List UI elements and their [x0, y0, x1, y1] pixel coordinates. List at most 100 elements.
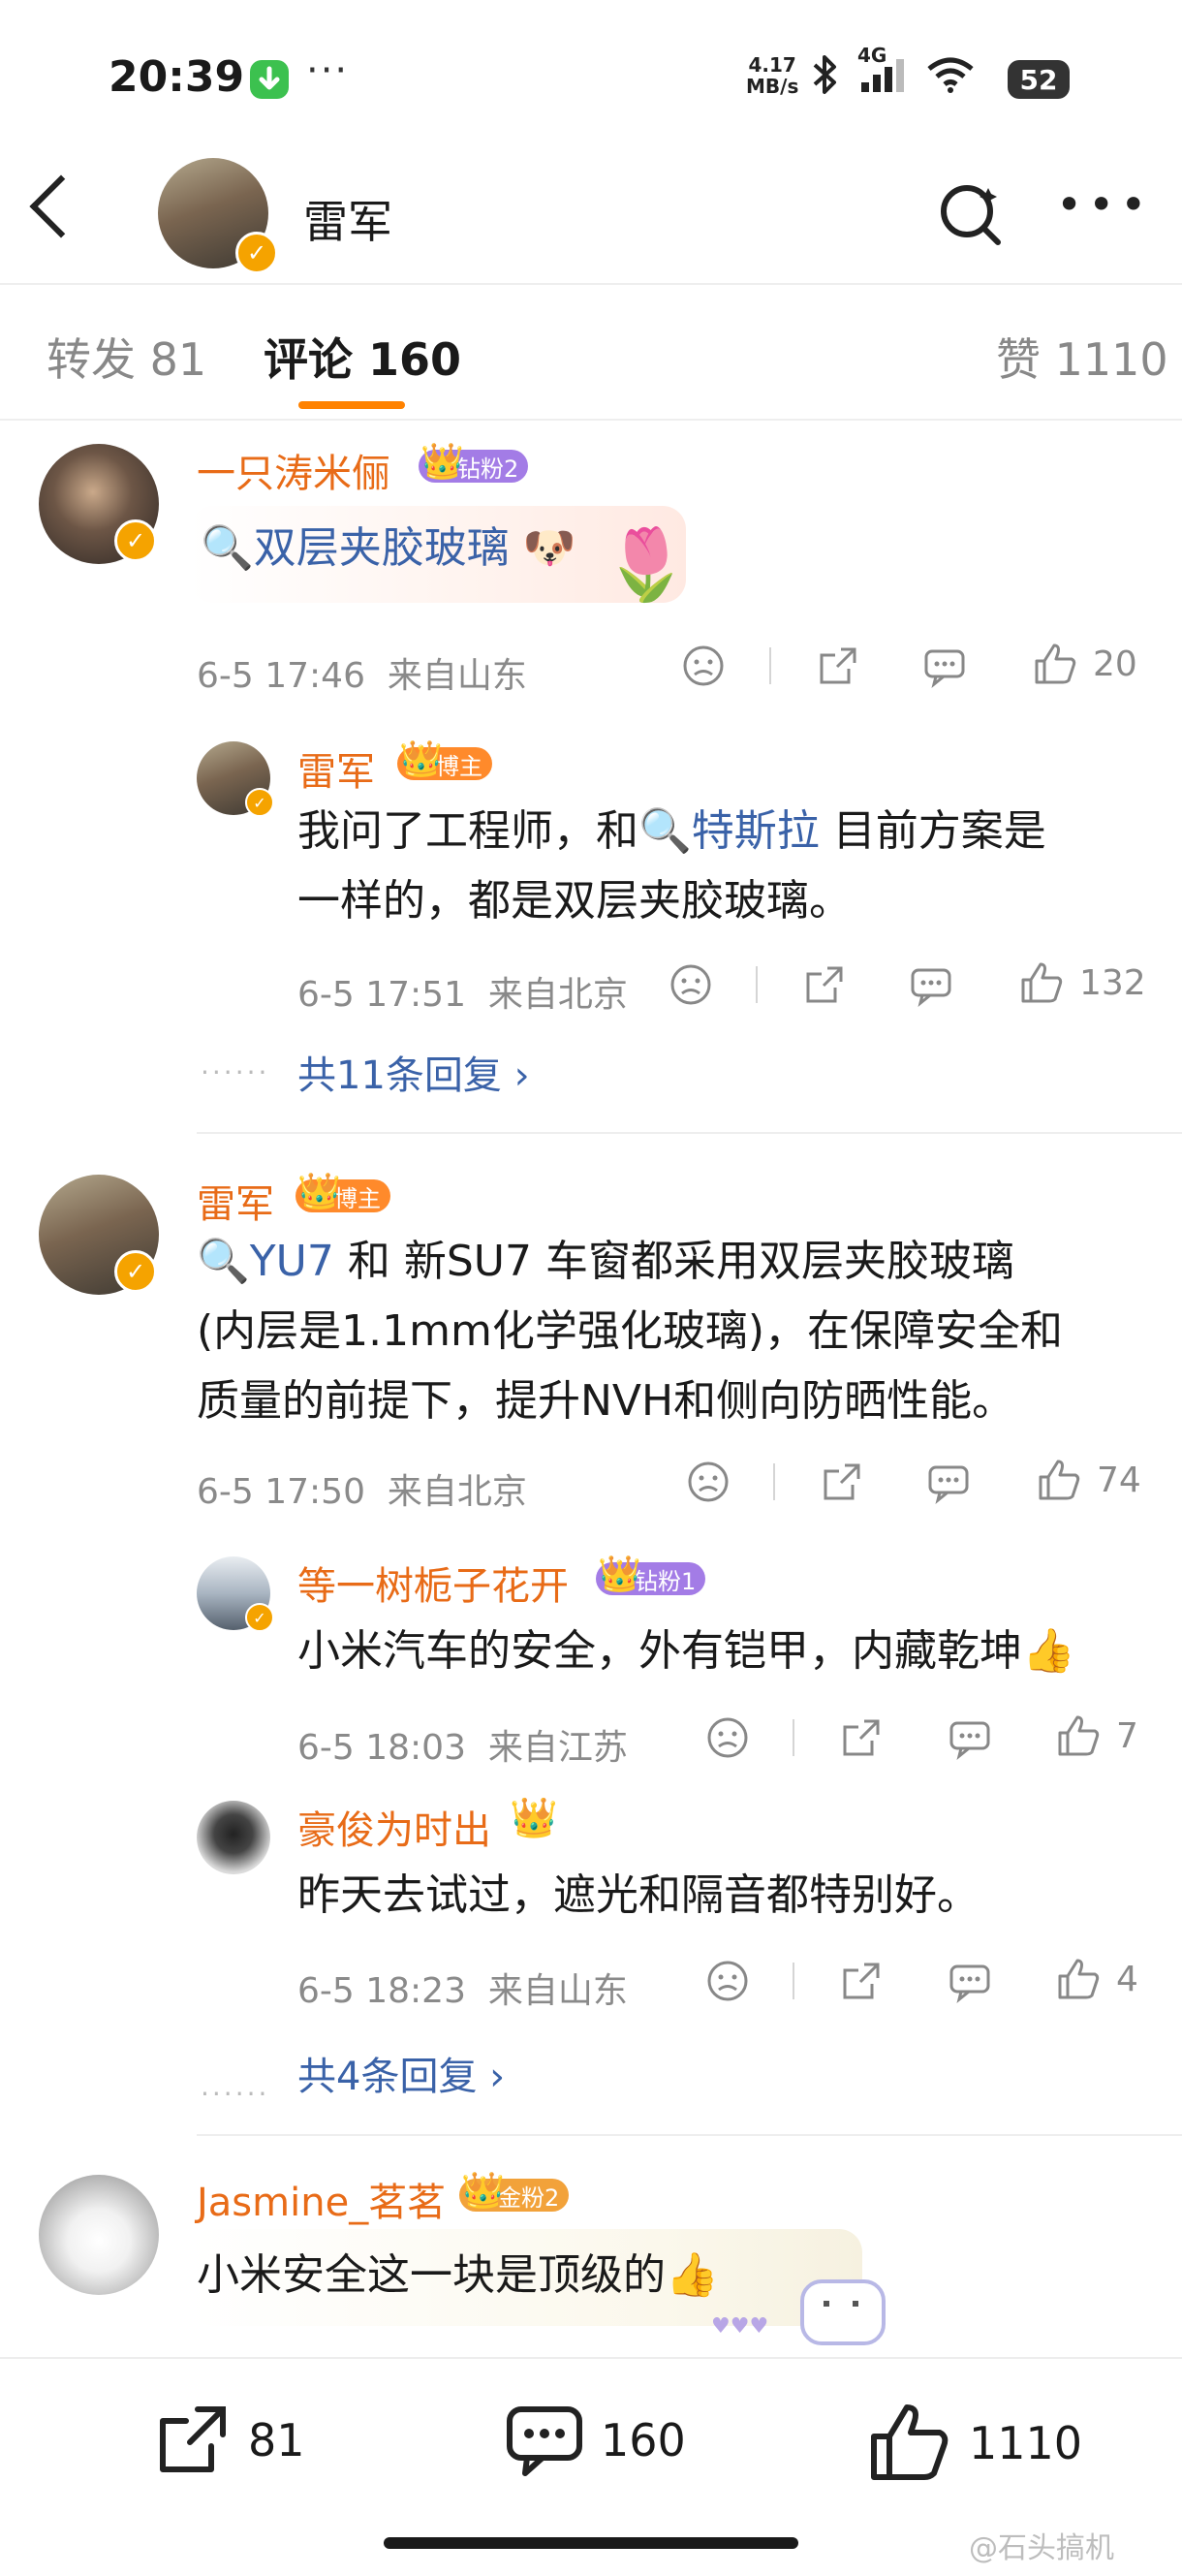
bottom-like-button[interactable]: 1110	[866, 2400, 1082, 2487]
comment-time: 6-5 17:46 来自山东	[197, 656, 527, 696]
action-separator	[769, 647, 771, 684]
comment-author-name[interactable]: Jasmine_茗茗	[197, 2171, 446, 2227]
comment-text: 🔍YU7 和 新SU7 车窗都采用双层夹胶玻璃 (内层是1.1mm化学强化玻璃)…	[197, 1237, 1064, 1426]
search-link-icon: 🔍	[197, 1237, 250, 1286]
dislike-icon[interactable]	[681, 644, 726, 688]
watermark: @石头搞机	[969, 2531, 1114, 2565]
dislike-icon[interactable]	[669, 962, 713, 1007]
author-name[interactable]: 雷军	[303, 187, 392, 251]
verified-badge-icon: ✓	[114, 1250, 157, 1293]
view-more-replies[interactable]: 共4条回复 ›	[297, 2045, 505, 2101]
reply-time: 6-5 18:23 来自山东	[297, 1971, 628, 2011]
action-separator	[756, 966, 758, 1003]
reply-time: 6-5 17:51 来自北京	[297, 975, 628, 1015]
comment-author-name[interactable]: 雷军	[197, 1173, 274, 1229]
search-link-icon: 🔍	[638, 806, 692, 856]
topic-link[interactable]: 🔍双层夹胶玻璃	[201, 523, 510, 573]
share-icon[interactable]	[820, 1460, 864, 1504]
wifi-icon	[925, 55, 976, 102]
crown-icon: 👑	[461, 2171, 505, 2211]
reply-icon[interactable]	[922, 644, 967, 688]
reply-icon[interactable]	[948, 1959, 992, 2003]
repost-icon	[160, 2406, 226, 2472]
share-icon[interactable]	[802, 962, 847, 1007]
like-button[interactable]: 20	[1031, 640, 1137, 688]
status-icons: 4G	[809, 44, 976, 104]
comment-divider	[197, 1132, 1182, 1134]
comment-icon	[507, 2406, 582, 2476]
search-link-icon: 🔍	[201, 523, 254, 573]
reply-text: 昨天去试过，遮光和隔音都特别好。	[297, 1870, 980, 1920]
like-button[interactable]: 4	[1054, 1955, 1138, 2003]
fan-badge[interactable]: 👑 金粉2	[459, 2171, 570, 2212]
topic-link[interactable]: 🔍YU7	[197, 1237, 334, 1286]
bottom-repost-button[interactable]: 81	[151, 2400, 305, 2481]
bottom-comment-button[interactable]: 160	[504, 2400, 686, 2481]
reply-icon[interactable]	[926, 1460, 971, 1504]
topic-link[interactable]: 🔍特斯拉	[638, 806, 820, 856]
like-button[interactable]: 132	[1017, 958, 1146, 1007]
reply-author-name[interactable]: 雷军	[297, 740, 375, 797]
like-button[interactable]: 74	[1035, 1456, 1141, 1504]
action-separator	[793, 1719, 794, 1756]
tab-likes[interactable]: 赞 1110	[996, 325, 1168, 389]
like-button[interactable]: 7	[1054, 1712, 1138, 1760]
doge-emoji: 🐶	[522, 523, 576, 573]
home-indicator	[384, 2537, 798, 2549]
like-count: 74	[1097, 1460, 1141, 1500]
share-icon[interactable]	[839, 1959, 884, 2003]
fan-badge[interactable]: 👑 钻粉2	[419, 442, 529, 483]
crown-icon: 👑	[510, 1796, 558, 1840]
comment-text: 小米安全这一块是顶级的👍	[197, 2250, 719, 2300]
verified-badge-icon: ✓	[245, 1603, 274, 1632]
like-count: 20	[1093, 644, 1137, 684]
back-icon[interactable]	[29, 174, 93, 238]
status-time: 20:39	[109, 52, 245, 102]
crown-icon: 👑	[420, 442, 464, 482]
blogger-badge[interactable]: 👑 博主	[397, 739, 492, 780]
avatar[interactable]: ✓	[197, 741, 274, 817]
search-icon[interactable]	[938, 180, 1001, 245]
avatar[interactable]: ✓	[197, 1556, 274, 1632]
share-icon[interactable]	[839, 1715, 884, 1760]
like-count: 7	[1116, 1715, 1138, 1756]
dislike-icon[interactable]	[705, 1959, 750, 2003]
avatar[interactable]	[197, 1801, 270, 1874]
verified-badge-icon: ✓	[235, 232, 278, 274]
tab-repost[interactable]: 转发 81	[47, 325, 206, 389]
active-tab-indicator	[298, 401, 405, 409]
comment-author-name[interactable]: 一只涛米俪	[197, 442, 390, 498]
bunny-sticker-icon	[800, 2279, 886, 2345]
battery-indicator: 52	[1008, 60, 1070, 99]
reply-text: 小米汽车的安全，外有铠甲，内藏乾坤👍	[297, 1626, 1075, 1676]
crown-icon: 👑	[598, 1555, 641, 1594]
dislike-icon[interactable]	[705, 1715, 750, 1760]
crown-icon: 👑	[297, 1172, 341, 1211]
fan-badge[interactable]: 👑 钻粉1	[596, 1555, 706, 1595]
reply-text: 我问了工程师，和🔍特斯拉 目前方案是 一样的，都是双层夹胶玻璃。	[297, 806, 1046, 926]
download-icon	[250, 60, 289, 99]
tabs-divider	[0, 419, 1182, 421]
avatar[interactable]	[39, 2175, 159, 2295]
tab-comments[interactable]: 评论 160	[264, 325, 461, 389]
reply-author-name[interactable]: 等一树栀子花开	[297, 1555, 569, 1611]
reply-time: 6-5 18:03 来自江苏	[297, 1728, 628, 1768]
blogger-badge[interactable]: 👑 博主	[296, 1172, 390, 1212]
reply-author-name[interactable]: 豪俊为时出	[297, 1799, 491, 1855]
dislike-icon[interactable]	[686, 1460, 731, 1504]
avatar[interactable]: ✓	[39, 1175, 159, 1295]
view-more-replies[interactable]: 共11条回复 ›	[297, 1044, 530, 1100]
like-count: 4	[1116, 1959, 1138, 1999]
tulip-sticker-icon: 🌷	[603, 523, 690, 605]
comment-time: 6-5 17:50 来自北京	[197, 1472, 527, 1512]
network-speed: 4.17 MB/s	[746, 53, 799, 98]
reply-icon[interactable]	[948, 1715, 992, 1760]
reply-icon[interactable]	[909, 962, 953, 1007]
verified-badge-icon: ✓	[245, 788, 274, 817]
share-icon[interactable]	[816, 644, 860, 688]
cellular-icon: 4G	[857, 44, 910, 102]
more-options-icon[interactable]: •••	[1056, 182, 1152, 227]
bluetooth-icon	[809, 53, 842, 104]
avatar[interactable]: ✓	[39, 444, 159, 564]
author-avatar[interactable]: ✓	[158, 158, 278, 274]
